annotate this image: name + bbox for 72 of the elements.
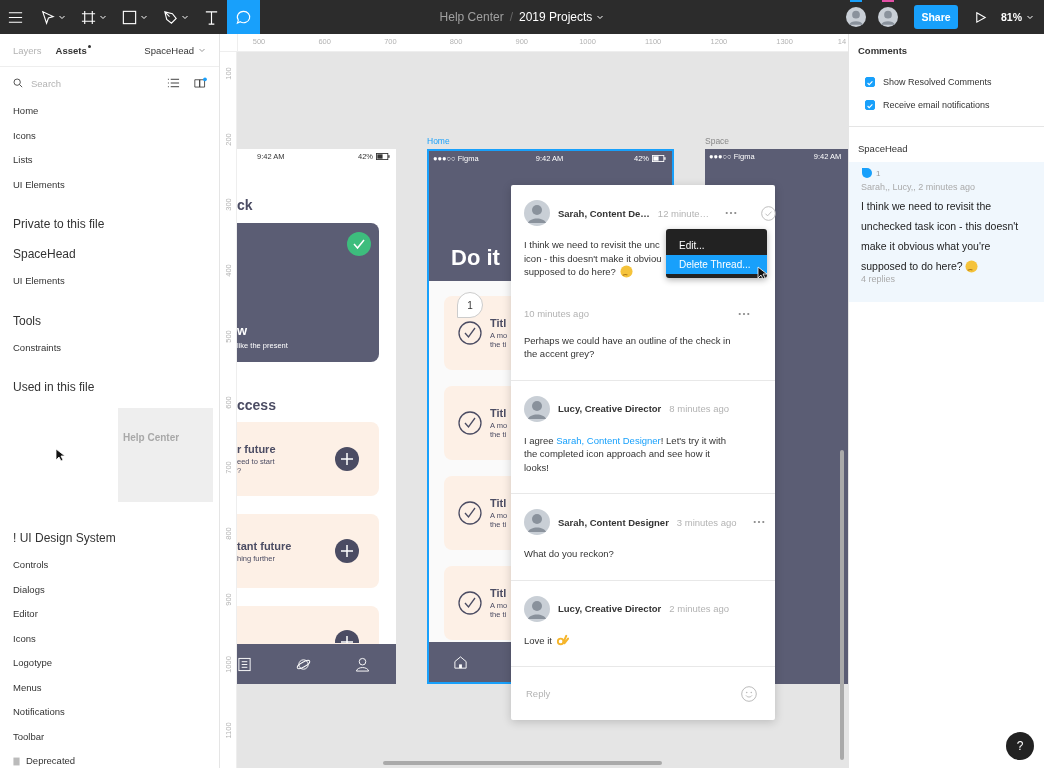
section-title: SpaceHead <box>857 142 909 156</box>
comment-text: ! Let's try it with <box>660 433 726 447</box>
comment-text: I think we need to revisit the unc <box>524 238 660 252</box>
thread-meta: Sarah,, Lucy,, 2 minutes ago <box>861 182 976 192</box>
asset-item[interactable]: Controls <box>0 553 219 578</box>
comment-text: supposed to do here? <box>524 265 616 279</box>
comment-text: looks! <box>524 460 549 474</box>
comment-author: Lucy, Creative Director <box>558 603 662 614</box>
task-title: Titl <box>490 407 508 419</box>
comment-text: Perhaps we could have an outline of the check in <box>524 333 731 347</box>
asset-item[interactable]: Deprecated <box>26 749 76 768</box>
asset-item[interactable]: Lists <box>0 148 219 173</box>
comment-text: What do you reckon? <box>524 547 614 561</box>
asset-heading: ! UI Design System <box>12 530 117 547</box>
menu-item[interactable]: Edit... <box>666 236 767 255</box>
thread-text: I think we need to revisit the <box>861 199 992 214</box>
asset-item[interactable]: Editor <box>0 602 219 627</box>
screen-heading: ccess <box>237 396 277 414</box>
thread-text: supposed to do here? <box>861 259 963 274</box>
thread-text: make it obvious what you're <box>861 239 991 254</box>
task-title: Titl <box>490 497 508 509</box>
task-title: Titl <box>490 317 508 329</box>
card-title: tant future <box>237 539 292 552</box>
asset-item[interactable]: Notifications <box>0 700 219 725</box>
asset-heading: Private to this file <box>12 216 106 233</box>
comment-author: Sarah, Content De… <box>558 207 650 219</box>
comment-time: 10 minutes ago <box>524 308 589 319</box>
panel-tab[interactable]: Assets <box>55 44 91 56</box>
comment-author: Sarah, Content Designer <box>558 516 669 528</box>
screen-title: Do it <box>450 245 500 272</box>
comment-pin[interactable]: 1 <box>457 292 483 318</box>
breadcrumb-separator: / <box>509 10 513 24</box>
comment-time: 12 minute… <box>657 207 710 219</box>
asset-item[interactable]: Constraints <box>0 335 219 360</box>
comment-time: 8 minutes ago <box>669 403 729 414</box>
asset-item[interactable]: Logotype <box>0 651 219 676</box>
card-title: r future <box>237 443 276 455</box>
zoom-dropdown[interactable]: 81% <box>1001 11 1034 23</box>
asset-item[interactable]: Toolbar <box>0 724 219 749</box>
comment-thread-card[interactable]: 1 Sarah,, Lucy,, 2 minutes ago I think we need to revisit the unchecked task icon - this doesn't make it obvious what you're supposed to do here? 4 replies <box>849 162 1044 302</box>
comment-time: 3 minutes ago <box>676 516 737 528</box>
checkbox-label[interactable]: Receive email notifications <box>883 99 990 110</box>
asset-item[interactable]: UI Elements <box>0 269 219 294</box>
library-dropdown[interactable]: SpaceHead <box>144 44 206 56</box>
asset-heading: Used in this file <box>12 379 96 396</box>
file-name-dropdown[interactable]: 2019 Projects <box>519 10 605 24</box>
search-field[interactable]: Search <box>29 76 153 90</box>
thread-text: unchecked task icon - this doesn't <box>861 219 1019 234</box>
comment-text: I agree <box>524 433 555 447</box>
asset-heading: Tools <box>12 312 42 330</box>
screen-heading: ck <box>237 196 254 214</box>
task-title: Titl <box>490 587 508 599</box>
asset-item[interactable]: Dialogs <box>0 577 219 602</box>
project-name[interactable]: Help Center <box>439 10 504 24</box>
asset-item[interactable]: Menus <box>0 675 219 700</box>
thread-number: 1 <box>876 168 881 178</box>
asset-item[interactable]: Icons <box>0 626 219 651</box>
comment-text: Love it <box>524 633 552 647</box>
asset-item[interactable]: Home <box>0 99 219 124</box>
panel-title: Comments <box>857 44 909 58</box>
comment-text: icon - this doesn't make it obviou <box>524 251 662 265</box>
comment-text: the completed icon approach and see how it <box>524 447 710 461</box>
comment-text: the accent grey? <box>524 347 595 361</box>
asset-heading: SpaceHead <box>12 246 77 263</box>
reply-field[interactable]: Reply <box>524 687 741 700</box>
comment-author: Lucy, Creative Director <box>558 403 662 414</box>
checkbox-label[interactable]: Show Resolved Comments <box>883 76 992 87</box>
hero-title: w <box>237 323 249 338</box>
asset-item[interactable]: Icons <box>0 123 219 148</box>
asset-item[interactable]: UI Elements <box>0 172 219 197</box>
reply-count: 4 replies <box>861 274 897 284</box>
comment-time: 2 minutes ago <box>669 603 729 614</box>
